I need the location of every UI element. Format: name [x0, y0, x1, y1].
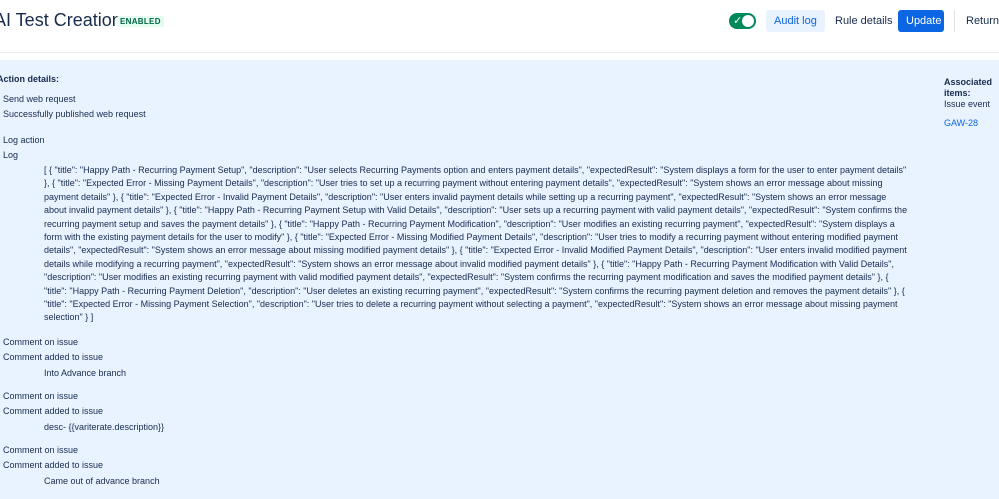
check-icon: ✓ [733, 15, 743, 27]
comment-body: Came out of advance branch [44, 476, 160, 486]
log-message: [ { "title": "Happy Path - Recurring Pay… [44, 165, 908, 323]
update-button[interactable]: Update [898, 10, 944, 32]
status-badge: ENABLED [117, 16, 164, 27]
header-divider [954, 10, 955, 32]
entry-detail: Comment added to issue [3, 406, 104, 416]
entry-action: Comment on issue [3, 391, 79, 401]
action-details-panel: Action details: Send web request Success… [0, 60, 999, 499]
entry-detail: Comment added to issue [3, 460, 104, 470]
entry-action: Send web request [3, 94, 76, 104]
entry-action: Log action [3, 135, 45, 145]
page-title: AI Test Creation [0, 10, 122, 30]
associated-items: Associated items: Issue event GAW-28 [944, 77, 999, 128]
rule-details-button[interactable]: Rule details [827, 10, 900, 32]
entry-detail: Log [3, 150, 19, 160]
return-to-list-button[interactable]: Return to list [958, 10, 999, 32]
comment-body: desc- {{variterate.description}} [44, 422, 165, 432]
associated-items-title: Associated items: [944, 77, 993, 98]
entry-detail: Comment added to issue [3, 352, 104, 362]
comment-body: Into Advance branch [44, 368, 127, 378]
rule-enabled-toggle[interactable]: ✓ [729, 13, 756, 29]
associated-items-label: Issue event [944, 99, 991, 109]
rule-header: AI Test Creation ENABLED ✓ Audit log Rul… [0, 0, 999, 53]
toggle-knob [742, 15, 754, 27]
audit-log-button[interactable]: Audit log [766, 10, 825, 32]
entry-detail: Successfully published web request [3, 109, 146, 119]
entry-action: Comment on issue [3, 445, 79, 455]
entry-action: Comment on issue [3, 337, 79, 347]
action-details-title: Action details: [0, 74, 60, 84]
issue-link[interactable]: GAW-28 [944, 118, 999, 128]
